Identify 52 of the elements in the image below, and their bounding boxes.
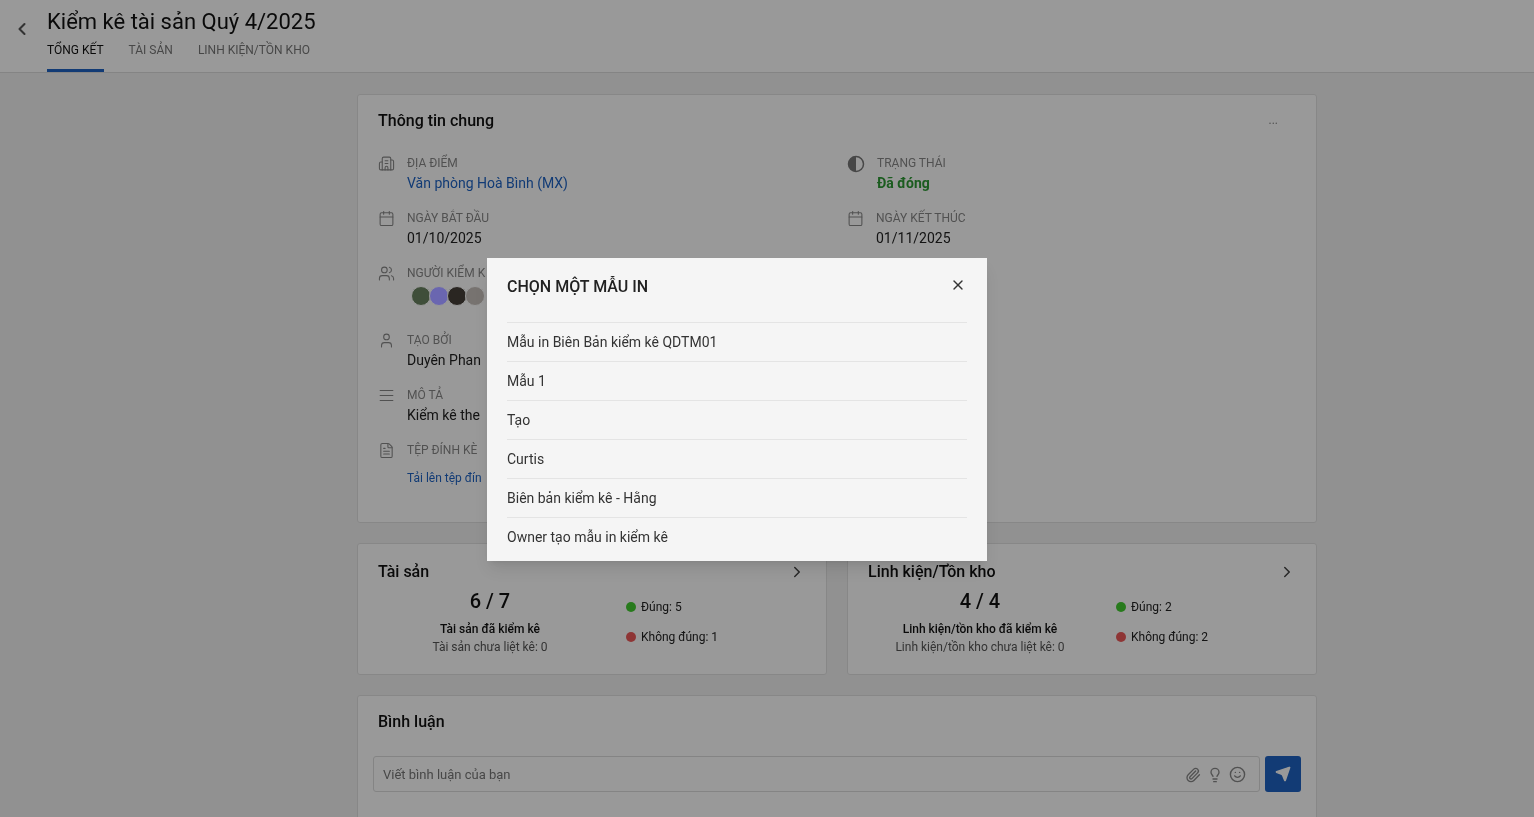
- template-option[interactable]: Mẫu 1: [507, 362, 967, 401]
- count-ratio: 4 / 4: [959, 588, 1001, 614]
- field-label: NGÀY BẮT ĐẦU: [407, 209, 490, 227]
- card-title: Linh kiện/Tồn kho: [868, 561, 996, 583]
- people-icon: [378, 265, 395, 282]
- dialog-title: CHỌN MỘT MẪU IN: [507, 276, 649, 298]
- field-value: Kiểm kê the: [407, 406, 480, 425]
- location-icon: [378, 155, 395, 172]
- counted-label: Linh kiện/tồn kho đã kiểm kê: [902, 621, 1058, 638]
- text-icon: [378, 387, 395, 404]
- tab[interactable]: TỔNG KẾT: [47, 39, 104, 72]
- card-title: Tài sản: [378, 561, 430, 583]
- template-option[interactable]: Curtis: [507, 440, 967, 479]
- unlisted-label: Linh kiện/tồn kho chưa liệt kê: 0: [895, 639, 1065, 656]
- field-label: ĐỊA ĐIỂM: [407, 154, 459, 172]
- legend-label: Không đúng: 1: [641, 629, 719, 646]
- smiley-icon[interactable]: [1229, 766, 1246, 783]
- field-label: TẠO BỞI: [407, 331, 453, 349]
- page-title: Kiểm kê tài sản Quý 4/2025: [47, 8, 316, 36]
- field-value: Đã đóng: [877, 174, 931, 193]
- field-value[interactable]: Văn phòng Hoà Bình (MX): [407, 172, 568, 194]
- legend-label: Đúng: 5: [641, 599, 682, 616]
- send-button[interactable]: [1265, 756, 1301, 792]
- file-icon: [378, 442, 395, 459]
- calendar-icon: [378, 210, 395, 227]
- legend-label: Đúng: 2: [1131, 599, 1172, 616]
- field-value[interactable]: Tải lên tệp đín: [407, 467, 482, 489]
- field-value: 01/10/2025: [407, 229, 483, 248]
- field-label: NGÀY KẾT THÚC: [876, 209, 966, 227]
- template-option[interactable]: Mẫu in Biên Bản kiểm kê QDTM01: [507, 323, 967, 362]
- legend-label: Không đúng: 2: [1131, 629, 1209, 646]
- field-label: TRẠNG THÁI: [877, 154, 946, 172]
- send-icon: [1275, 766, 1291, 782]
- person-icon: [378, 332, 395, 349]
- lightbulb-icon[interactable]: [1207, 766, 1223, 783]
- paperclip-icon[interactable]: [1185, 766, 1201, 783]
- template-option[interactable]: Tạo: [507, 401, 967, 440]
- card-title: Thông tin chung: [378, 110, 495, 132]
- template-option[interactable]: Owner tạo mẫu in kiểm kê: [507, 518, 967, 557]
- comment-field[interactable]: Viết bình luận của bạn: [373, 756, 1260, 792]
- calendar-icon: [847, 210, 864, 227]
- card-title: Bình luận: [378, 711, 446, 733]
- field-label: TỆP ĐÍNH KÈ: [407, 441, 479, 459]
- field-label: NGƯỜI KIỂM K: [407, 264, 486, 282]
- field-label: MÔ TẢ: [407, 386, 444, 404]
- count-ratio: 6 / 7: [469, 588, 511, 614]
- field-value: Duyên Phan: [407, 351, 481, 370]
- template-option[interactable]: Biên bản kiểm kê - Hằng: [507, 479, 967, 518]
- contrast-icon: [847, 155, 865, 173]
- counted-label: Tài sản đã kiểm kê: [440, 621, 540, 638]
- unlisted-label: Tài sản chưa liệt kê: 0: [432, 639, 548, 656]
- field-value: 01/11/2025: [876, 229, 952, 248]
